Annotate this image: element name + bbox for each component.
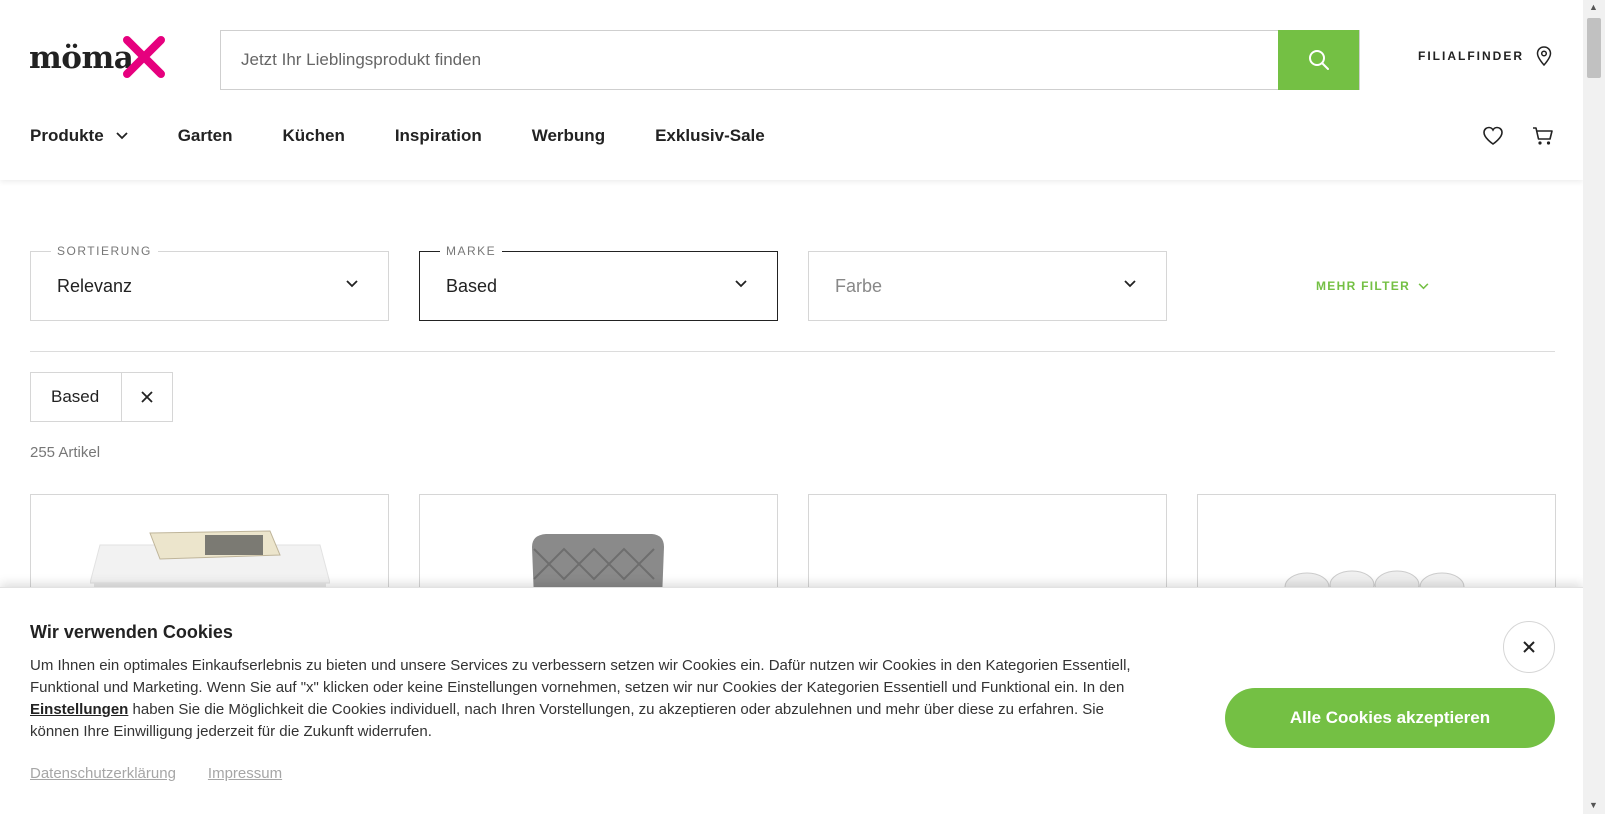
marke-legend: MARKE — [440, 244, 503, 258]
mehr-filter-button[interactable]: MEHR FILTER — [1316, 279, 1429, 293]
search-icon — [1308, 50, 1329, 70]
nav-item-label: Produkte — [30, 126, 104, 145]
filialfinder-link[interactable]: FILIALFINDER — [1418, 46, 1552, 66]
result-count: 255 Artikel — [30, 444, 101, 461]
page-scrollbar[interactable]: ▲ ▼ — [1583, 0, 1605, 814]
chip-label: Based — [31, 373, 122, 421]
sortierung-legend: SORTIERUNG — [51, 244, 158, 258]
filialfinder-label: FILIALFINDER — [1418, 49, 1524, 63]
cookie-text-part1: Um Ihnen ein optimales Einkaufserlebnis … — [30, 657, 1131, 696]
nav-item-label: Werbung — [531, 126, 606, 145]
nav-item-label: Inspiration — [394, 126, 482, 145]
farbe-select[interactable]: Farbe — [808, 251, 1167, 321]
cookie-text-part2: haben Sie die Möglichkeit die Cookies in… — [30, 701, 1104, 740]
sortierung-select[interactable]: SORTIERUNG Relevanz — [30, 244, 389, 321]
close-icon — [141, 391, 153, 403]
marke-value: Based — [446, 276, 498, 296]
marke-select[interactable]: MARKE Based — [419, 244, 778, 321]
cookie-title: Wir verwenden Cookies — [30, 622, 233, 642]
chevron-down-icon — [1418, 282, 1429, 289]
nav-item-garten[interactable]: Garten — [178, 126, 233, 146]
chevron-down-icon — [1124, 280, 1136, 288]
nav-item-produkte[interactable]: Produkte — [30, 126, 128, 146]
filter-divider — [30, 351, 1555, 352]
close-icon — [1523, 641, 1535, 653]
cookie-footer-links: Datenschutzerklärung Impressum — [30, 765, 282, 782]
sortierung-value: Relevanz — [57, 276, 133, 296]
mehr-filter-label: MEHR FILTER — [1316, 279, 1411, 293]
heart-icon[interactable] — [1482, 126, 1504, 146]
main-nav: Produkte Garten Küchen Inspiration Werbu… — [30, 126, 815, 146]
site-header: möma FILIALFINDER Produkte Garten Küchen… — [0, 0, 1583, 180]
nav-item-kuechen[interactable]: Küchen — [282, 126, 344, 146]
cookie-text: Um Ihnen ein optimales Einkaufserlebnis … — [30, 655, 1155, 743]
chevron-down-icon — [735, 280, 747, 288]
privacy-link[interactable]: Datenschutzerklärung — [30, 765, 176, 782]
cart-icon[interactable] — [1532, 126, 1554, 146]
chevron-down-icon — [346, 280, 358, 288]
chip-remove-button[interactable] — [122, 373, 172, 421]
nav-item-label: Garten — [177, 126, 233, 145]
logo-x-mark — [123, 36, 165, 78]
accept-all-cookies-button[interactable]: Alle Cookies akzeptieren — [1225, 688, 1555, 748]
imprint-link[interactable]: Impressum — [208, 765, 282, 782]
scroll-thumb[interactable] — [1587, 18, 1601, 78]
scroll-down-arrow-icon[interactable]: ▼ — [1589, 800, 1598, 810]
momax-logo[interactable]: möma — [29, 34, 169, 84]
location-pin-icon — [1536, 46, 1552, 66]
logo-text: möma — [29, 40, 134, 76]
cookie-banner: Wir verwenden Cookies Um Ihnen ein optim… — [0, 587, 1583, 814]
nav-item-inspiration[interactable]: Inspiration — [395, 126, 482, 146]
search-input[interactable] — [221, 31, 1271, 89]
farbe-placeholder: Farbe — [835, 276, 883, 296]
cookie-close-button[interactable] — [1503, 621, 1555, 673]
active-filter-chip: Based — [30, 372, 173, 422]
nav-item-exklusiv-sale[interactable]: Exklusiv-Sale — [655, 126, 765, 146]
chevron-down-icon — [116, 132, 128, 140]
header-actions — [1482, 126, 1554, 146]
search-button[interactable] — [1278, 30, 1359, 90]
settings-link[interactable]: Einstellungen — [30, 701, 128, 718]
product-image — [89, 530, 330, 594]
scroll-up-arrow-icon[interactable]: ▲ — [1589, 2, 1598, 12]
nav-item-label: Exklusiv-Sale — [655, 126, 765, 145]
nav-item-werbung[interactable]: Werbung — [532, 126, 605, 146]
nav-item-label: Küchen — [282, 126, 345, 145]
search-bar — [220, 30, 1360, 90]
